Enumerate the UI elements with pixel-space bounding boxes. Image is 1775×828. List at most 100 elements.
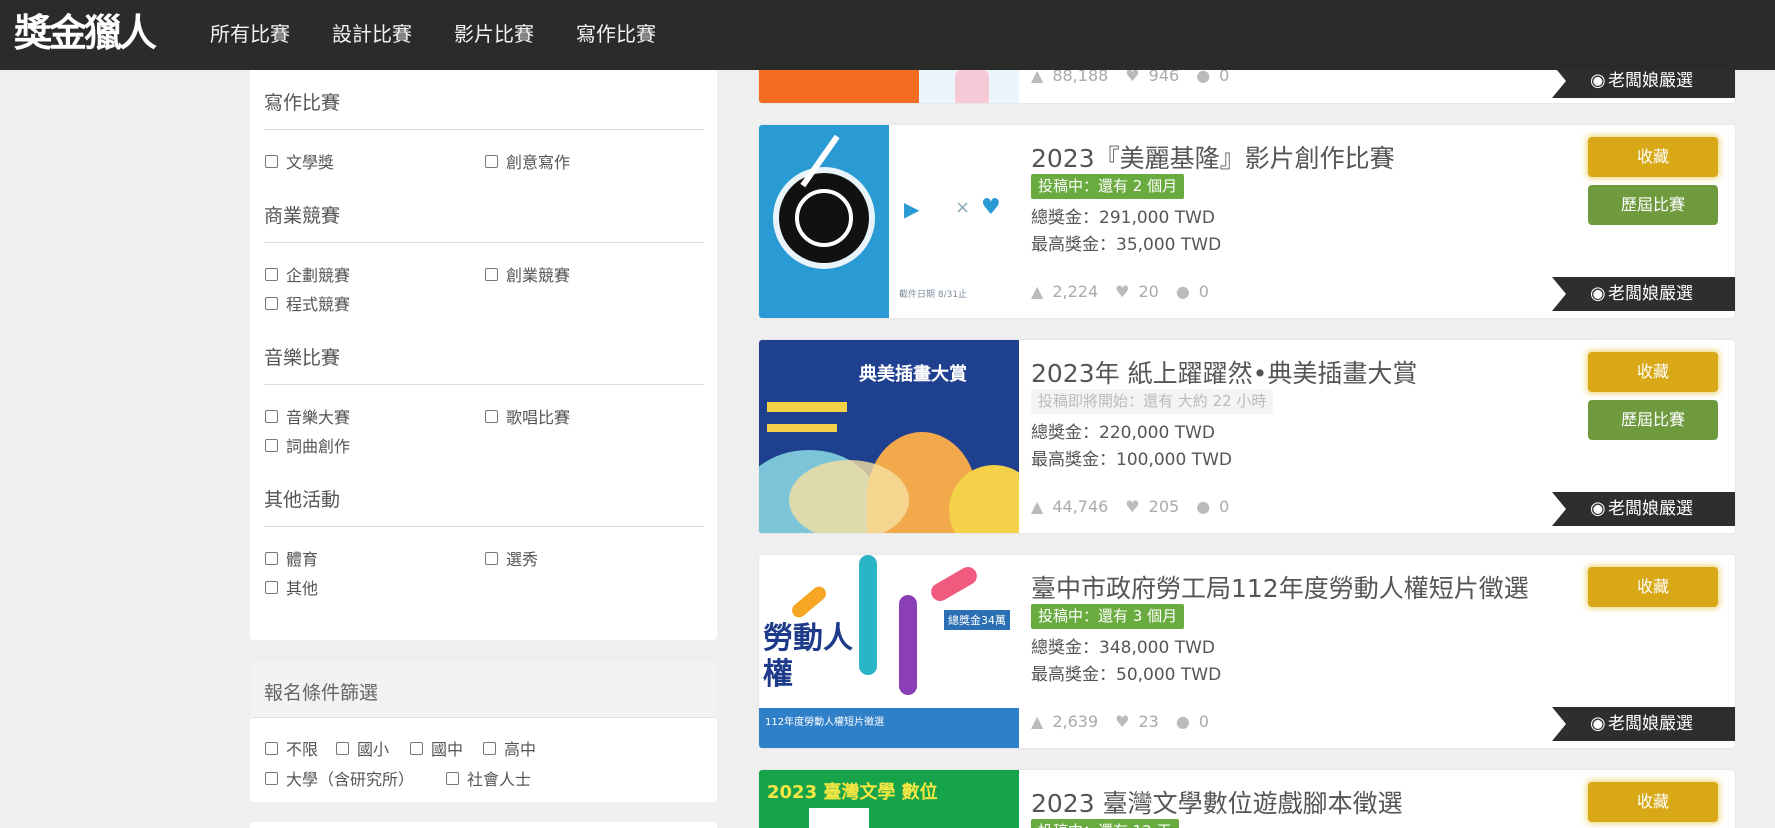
contest-thumbnail[interactable]: 典美插畫大賞 [759,340,1019,533]
top-prize: 最高獎金：50,000 TWD [1031,665,1222,685]
checkbox-box[interactable] [485,154,498,168]
divider [264,384,704,385]
filter-checkbox-university[interactable]: 大學（含研究所） [265,766,414,790]
filter-checkbox-audition[interactable]: 選秀 [485,546,538,570]
checkbox-box[interactable] [483,741,496,755]
collect-button[interactable]: 收藏 [1588,352,1718,392]
contest-card[interactable]: 2023 臺灣文學 數位 2023 臺灣文學數位遊戲腳本徵選 投稿中：還有 12… [759,770,1735,828]
thumbnail-caption: 截件日期 8/31止 [899,290,968,300]
contest-stats: ▲ 2,639 ♥ 23 ● 0 [1031,712,1209,731]
contest-title[interactable]: 2023年 紙上躍躍然•典美插畫大賞 [1031,354,1417,390]
filter-checkbox-music-contest[interactable]: 音樂大賽 [265,404,350,428]
nav-design-contests[interactable]: 設計比賽 [332,20,412,48]
top-prize: 最高獎金：35,000 TWD [1031,235,1222,255]
category-title-other: 其他活動 [264,489,341,511]
contest-stats: ▲ 44,746 ♥ 205 ● 0 [1031,497,1230,516]
filter-checkbox-elementary[interactable]: 國小 [336,736,389,760]
thumbnail-caption: 2023 臺灣文學 數位 [767,782,938,803]
editor-pick-ribbon: ◉ 老闆娘嚴選 [1552,277,1735,311]
past-contests-button[interactable]: 歷屆比賽 [1588,400,1718,440]
filter-checkbox-unlimited[interactable]: 不限 [265,736,318,760]
contest-thumbnail[interactable]: 2023 臺灣文學 數位 [759,770,1019,828]
status-badge: 投稿即將開始：還有 大約 22 小時 [1031,389,1274,414]
contest-stats: ▲ 2,224 ♥ 20 ● 0 [1031,282,1209,301]
contest-card[interactable]: ▶ × ♥ 截件日期 8/31止 2023『美麗基隆』影片創作比賽 投稿中：還有… [759,125,1735,318]
camera-icon: ▶ [904,197,920,221]
nav-all-contests[interactable]: 所有比賽 [210,20,290,48]
comment-icon: ● [1175,712,1190,731]
category-title-business: 商業競賽 [264,205,341,227]
checkbox-box[interactable] [336,741,349,755]
past-contests-button[interactable]: 歷屆比賽 [1588,185,1718,225]
checkbox-box[interactable] [265,580,278,594]
heart-logo-icon: ♥ [981,195,1001,220]
comment-icon: ● [1196,497,1211,516]
flame-icon: ▲ [1031,497,1044,516]
filter-checkbox-singing[interactable]: 歌唱比賽 [485,404,570,428]
comment-icon: ● [1175,282,1190,301]
editor-pick-ribbon: ◉ 老闆娘嚴選 [1552,492,1735,526]
checkbox-box[interactable] [265,741,278,755]
flame-icon: ▲ [1031,282,1044,301]
filter-checkbox-other[interactable]: 其他 [265,575,318,599]
filter-checkbox-planning[interactable]: 企劃競賽 [265,262,350,286]
checkbox-box[interactable] [265,154,278,168]
top-prize: 最高獎金：100,000 TWD [1031,450,1232,470]
contest-thumbnail[interactable]: ▶ × ♥ 截件日期 8/31止 [759,125,1019,318]
checkbox-box[interactable] [485,409,498,423]
checkbox-box[interactable] [265,438,278,452]
eligibility-filter-title: 報名條件篩選 [264,682,379,704]
thumbnail-banner: 112年度勞動人權短片徵選 [765,717,885,728]
filter-checkbox-junior-high[interactable]: 國中 [410,736,463,760]
contest-thumbnail[interactable]: 總獎金34萬 勞動人權 112年度勞動人權短片徵選 [759,555,1019,748]
filter-checkbox-sports[interactable]: 體育 [265,546,318,570]
medal-icon: ◉ [1590,283,1606,304]
contest-title[interactable]: 2023 臺灣文學數位遊戲腳本徵選 [1031,784,1403,820]
filter-checkbox-songwriting[interactable]: 詞曲創作 [265,433,350,457]
next-filter-panel [250,822,717,828]
checkbox-box[interactable] [265,267,278,281]
flame-icon: ▲ [1031,712,1044,731]
collect-button[interactable]: 收藏 [1588,567,1718,607]
collect-button[interactable]: 收藏 [1588,782,1718,822]
checkbox-box[interactable] [446,771,459,785]
site-logo[interactable]: 獎金獵人 [14,8,157,58]
nav-video-contests[interactable]: 影片比賽 [454,20,534,48]
total-prize: 總獎金：348,000 TWD [1031,638,1215,658]
filter-checkbox-programming[interactable]: 程式競賽 [265,291,350,315]
eligibility-filter-panel: 報名條件篩選 不限 國小 國中 高中 大學（含研究所） 社會人士 [250,662,717,802]
filter-checkbox-public[interactable]: 社會人士 [446,766,531,790]
checkbox-box[interactable] [485,551,498,565]
medal-icon: ◉ [1590,713,1606,734]
checkbox-box[interactable] [265,551,278,565]
editor-pick-ribbon: ◉ 老闆娘嚴選 [1552,707,1735,741]
times-icon: × [955,197,971,218]
filter-checkbox-senior-high[interactable]: 高中 [483,736,536,760]
divider [264,526,704,527]
filter-checkbox-literature-award[interactable]: 文學獎 [265,149,334,173]
category-title-music: 音樂比賽 [264,347,341,369]
checkbox-box[interactable] [265,409,278,423]
divider [264,242,704,243]
checkbox-box[interactable] [485,267,498,281]
thumbnail-amount: 總獎金34萬 [944,610,1010,630]
checkbox-box[interactable] [410,741,423,755]
status-badge: 投稿中：還有 2 個月 [1031,174,1185,199]
contest-title[interactable]: 臺中市政府勞工局112年度勞動人權短片徵選 [1031,569,1529,605]
nav-writing-contests[interactable]: 寫作比賽 [576,20,656,48]
contest-card[interactable]: 總獎金34萬 勞動人權 112年度勞動人權短片徵選 臺中市政府勞工局112年度勞… [759,555,1735,748]
category-filter-panel: 寫作比賽 文學獎 創意寫作 商業競賽 企劃競賽 創業競賽 程式競賽 音樂比賽 音… [250,70,717,640]
total-prize: 總獎金：220,000 TWD [1031,423,1215,443]
heart-icon: ♥ [1125,497,1140,516]
heart-icon: ♥ [1115,282,1130,301]
filter-checkbox-creative-writing[interactable]: 創意寫作 [485,149,570,173]
contest-title[interactable]: 2023『美麗基隆』影片創作比賽 [1031,139,1395,175]
checkbox-box[interactable] [265,296,278,310]
contest-card[interactable]: 典美插畫大賞 2023年 紙上躍躍然•典美插畫大賞 投稿即將開始：還有 大約 2… [759,340,1735,533]
checkbox-box[interactable] [265,771,278,785]
filter-checkbox-startup[interactable]: 創業競賽 [485,262,570,286]
status-badge: 投稿中：還有 12 天 [1031,819,1179,828]
collect-button[interactable]: 收藏 [1588,137,1718,177]
total-prize: 總獎金：291,000 TWD [1031,208,1215,228]
eligibility-filter-header: 報名條件篩選 [250,662,717,718]
